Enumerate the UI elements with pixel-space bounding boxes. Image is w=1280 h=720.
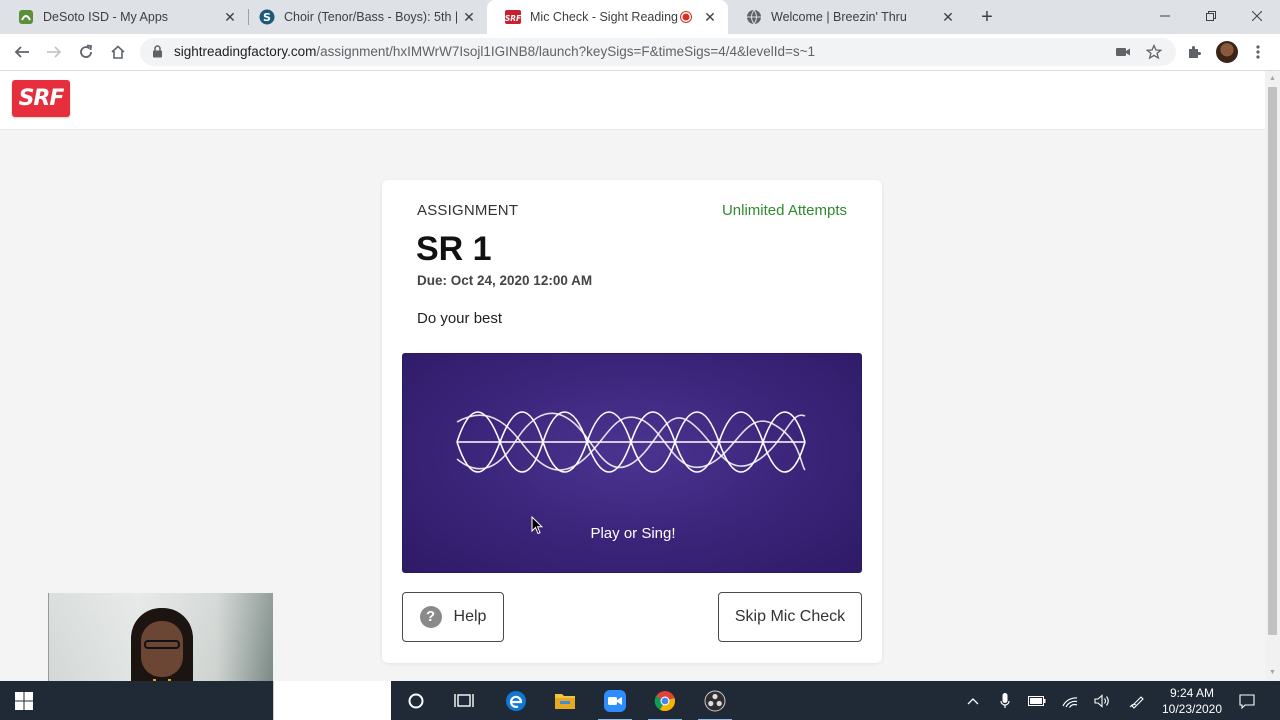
edge-browser-icon[interactable] — [503, 688, 529, 714]
mic-check-panel[interactable]: Play or Sing! — [402, 353, 862, 573]
scrollbar-thumb[interactable] — [1268, 87, 1277, 635]
desoto-favicon-icon — [18, 9, 34, 25]
zoom-app-icon[interactable] — [598, 688, 632, 720]
new-tab-plus-icon[interactable]: + — [977, 7, 997, 27]
tab-close-icon[interactable]: ✕ — [940, 9, 956, 25]
tab-breezin-thru[interactable]: Welcome | Breezin' Thru ✕ — [728, 0, 966, 34]
schoology-favicon-icon: S — [259, 9, 275, 25]
browser-toolbar: sightreadingfactory.com/assignment/hxIMW… — [0, 34, 1280, 71]
attempts-status: Unlimited Attempts — [721, 202, 847, 219]
svg-text:SRF: SRF — [505, 14, 521, 23]
page-viewport: SRF ASSIGNMENT Unlimited Attempts SR 1 D… — [0, 71, 1265, 681]
forward-arrow-icon[interactable] — [44, 42, 64, 62]
pen-workspace-tray-icon[interactable] — [1128, 692, 1146, 710]
camera-in-use-icon[interactable] — [1115, 44, 1131, 60]
tab-close-icon[interactable]: ✕ — [222, 9, 238, 25]
clock-date: 10/23/2020 — [1161, 702, 1223, 716]
question-mark-icon: ? — [419, 606, 442, 628]
bookmark-star-icon[interactable] — [1145, 43, 1163, 60]
presenter-glasses — [144, 640, 180, 649]
scroll-up-arrow-icon[interactable]: ▲ — [1268, 74, 1277, 83]
home-icon[interactable] — [108, 42, 128, 62]
recording-indicator-icon — [680, 11, 692, 23]
srf-logo[interactable]: SRF — [12, 80, 70, 117]
tab-mic-check[interactable]: SRF Mic Check - Sight Reading Fa ✕ — [487, 0, 728, 34]
srf-favicon-icon: SRF — [505, 9, 521, 25]
close-window-icon[interactable] — [1234, 0, 1280, 32]
skip-mic-check-button[interactable]: Skip Mic Check — [718, 592, 862, 642]
address-bar[interactable]: sightreadingfactory.com/assignment/hxIMW… — [140, 38, 1176, 66]
globe-icon — [746, 9, 762, 25]
assignment-title: SR 1 — [416, 230, 492, 268]
browser-tab-strip: DeSoto ISD - My Apps ✕ S Choir (Tenor/Ba… — [0, 0, 1280, 34]
system-clock[interactable]: 9:24 AM 10/23/2020 — [1150, 685, 1234, 717]
windows-taskbar: 9:24 AM 10/23/2020 — [0, 681, 1280, 720]
due-date: Due: Oct 24, 2020 12:00 AM — [417, 273, 593, 288]
tab-close-icon[interactable]: ✕ — [461, 9, 477, 25]
chrome-browser-icon[interactable] — [648, 688, 682, 720]
volume-tray-icon[interactable] — [1093, 692, 1111, 710]
reload-icon[interactable] — [76, 42, 96, 62]
assignment-description: Do your best — [417, 310, 503, 327]
task-view-icon[interactable] — [451, 688, 477, 714]
file-explorer-folder-icon[interactable] — [552, 688, 578, 714]
svg-text:S: S — [263, 11, 271, 24]
extensions-puzzle-icon[interactable] — [1184, 42, 1204, 62]
microphone-tray-icon[interactable] — [996, 692, 1014, 710]
restore-window-icon[interactable] — [1188, 0, 1234, 32]
assignment-label: ASSIGNMENT — [417, 202, 519, 219]
profile-avatar[interactable] — [1216, 41, 1238, 63]
cortana-circle-icon[interactable] — [403, 688, 429, 714]
clock-time: 9:24 AM — [1169, 686, 1215, 700]
obs-studio-icon[interactable] — [698, 688, 732, 720]
taskbar-search-box[interactable] — [273, 681, 391, 720]
battery-tray-icon[interactable] — [1028, 692, 1046, 710]
page-scrollbar[interactable]: ▲ ▼ — [1265, 71, 1280, 681]
action-center-notification-icon[interactable] — [1238, 692, 1256, 710]
show-hidden-icons-chevron-icon[interactable] — [964, 692, 982, 710]
tab-close-icon[interactable]: ✕ — [702, 9, 718, 25]
browser-menu-icon[interactable] — [1255, 44, 1261, 60]
help-button-label: Help — [453, 608, 487, 625]
skip-button-label: Skip Mic Check — [734, 608, 846, 625]
mouse-cursor-icon — [531, 516, 543, 535]
presenter-face — [141, 621, 183, 677]
back-arrow-icon[interactable] — [12, 42, 32, 62]
wifi-tray-icon[interactable] — [1061, 692, 1079, 710]
help-button[interactable]: ? Help — [402, 592, 504, 642]
url-text: sightreadingfactory.com/assignment/hxIMW… — [174, 44, 816, 59]
lock-icon — [152, 45, 163, 63]
minimize-window-icon[interactable] — [1142, 0, 1188, 32]
site-header: SRF — [0, 71, 1265, 130]
sound-wave-icon — [456, 411, 806, 473]
play-or-sing-prompt: Play or Sing! — [590, 525, 676, 542]
windows-start-icon[interactable] — [11, 688, 37, 714]
scroll-down-arrow-icon[interactable]: ▼ — [1268, 668, 1277, 677]
tab-desoto-apps[interactable]: DeSoto ISD - My Apps ✕ — [0, 0, 248, 34]
assignment-card: ASSIGNMENT Unlimited Attempts SR 1 Due: … — [382, 180, 882, 663]
tab-choir[interactable]: S Choir (Tenor/Bass - Boys): 5th | Sc ✕ — [241, 0, 487, 34]
